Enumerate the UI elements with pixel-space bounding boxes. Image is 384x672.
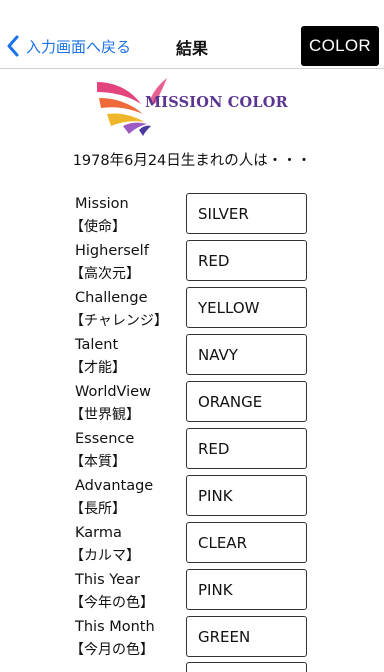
birthdate-intro-text: 1978年6月24日生まれの人は・・・: [72, 153, 312, 169]
result-label-ja: 【今月の色】: [70, 642, 154, 658]
result-row-essence: Essence 【本質】 RED: [0, 427, 384, 474]
result-row-challenge: Challenge 【チャレンジ】 YELLOW: [0, 286, 384, 333]
result-value: SILVER: [186, 193, 307, 234]
page-title: 結果: [175, 39, 208, 58]
result-row-mission: Mission 【使命】 SILVER: [0, 192, 384, 239]
result-label-ja: 【長所】: [70, 501, 126, 517]
result-label-ja: 【才能】: [70, 360, 126, 376]
result-row-this-month: This Month 【今月の色】 GREEN: [0, 615, 384, 662]
result-value: PINK: [186, 569, 307, 610]
result-label-en: Karma: [75, 525, 122, 541]
result-label-en: This Month: [75, 619, 155, 635]
result-label-en: Higherself: [75, 243, 149, 259]
back-button[interactable]: 入力画面へ戻る: [6, 30, 131, 62]
result-value: PINK: [186, 475, 307, 516]
color-button[interactable]: COLOR: [301, 26, 379, 66]
result-label-ja: 【カルマ】: [70, 548, 140, 564]
logo-text: MISSION COLOR: [145, 94, 288, 111]
result-label-en: WorldView: [75, 384, 151, 400]
chevron-left-icon: [7, 35, 19, 57]
result-value: GREEN: [186, 616, 307, 657]
result-value: CLEAR: [186, 522, 307, 563]
result-row-karma: Karma 【カルマ】 CLEAR: [0, 521, 384, 568]
navigation-bar: 入力画面へ戻る 結果 COLOR: [0, 0, 384, 69]
result-value: YELLOW: [186, 287, 307, 328]
result-label-en: Mission: [75, 196, 129, 212]
result-label-ja: 【世界観】: [70, 407, 140, 423]
result-label-ja: 【高次元】: [70, 266, 140, 282]
result-row-higherself: Higherself 【高次元】 RED: [0, 239, 384, 286]
result-label-en: This Year: [75, 572, 140, 588]
mission-color-logo: MISSION COLOR: [93, 78, 288, 138]
result-row-worldview: WorldView 【世界観】 ORANGE: [0, 380, 384, 427]
result-label-ja: 【本質】: [70, 454, 126, 470]
result-label-en: Talent: [75, 337, 119, 353]
result-row-this-year: This Year 【今年の色】 PINK: [0, 568, 384, 615]
result-row-talent: Talent 【才能】 NAVY: [0, 333, 384, 380]
result-value: RED: [186, 428, 307, 469]
result-label-ja: 【使命】: [70, 219, 126, 235]
result-label-en: Advantage: [75, 478, 154, 494]
result-label-ja: 【今年の色】: [70, 595, 154, 611]
back-button-label: 入力画面へ戻る: [26, 37, 132, 56]
result-value: ORANGE: [186, 381, 307, 422]
result-value: RED: [186, 240, 307, 281]
result-value-partial: [186, 662, 307, 672]
result-label-en: Essence: [75, 431, 135, 447]
result-label-en: Challenge: [75, 290, 148, 306]
result-row-advantage: Advantage 【長所】 PINK: [0, 474, 384, 521]
result-value: NAVY: [186, 334, 307, 375]
result-label-ja: 【チャレンジ】: [70, 313, 168, 329]
results-list: Mission 【使命】 SILVER Higherself 【高次元】 RED…: [0, 192, 384, 662]
